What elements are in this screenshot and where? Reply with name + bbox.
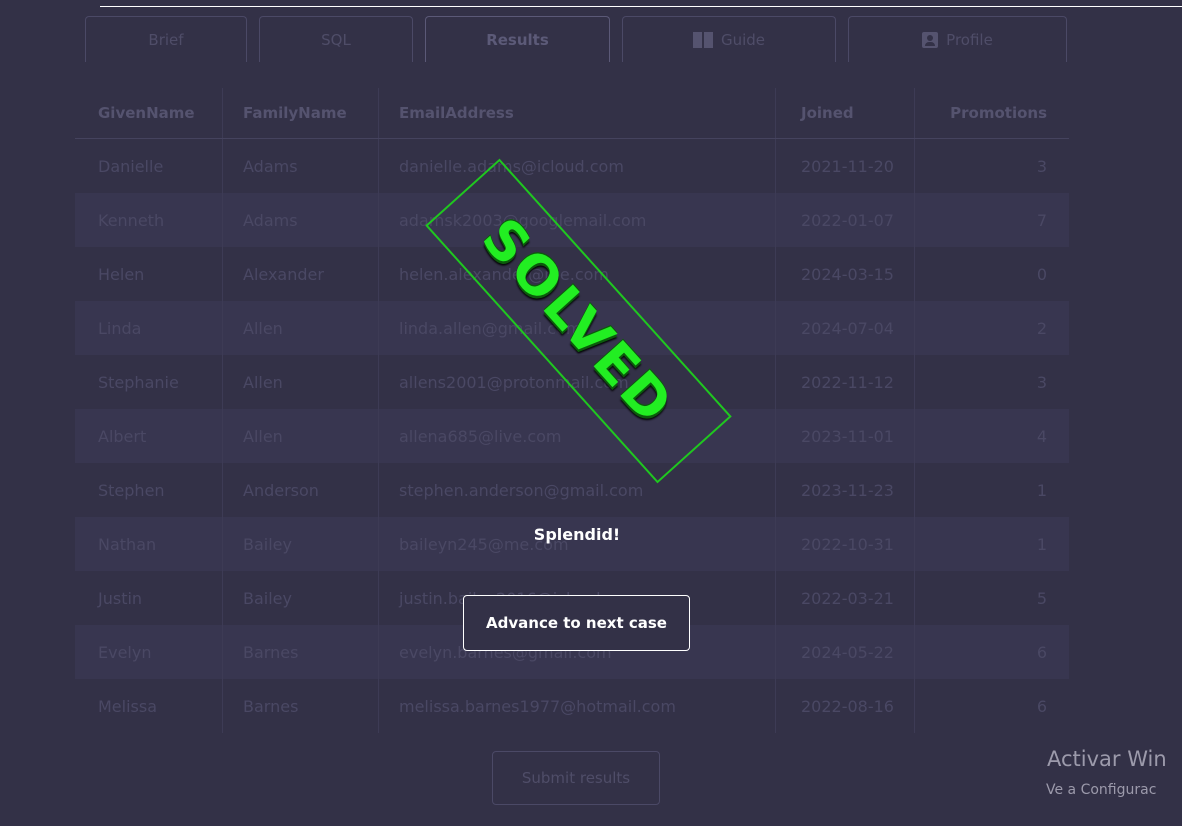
table-cell: 1	[914, 517, 1069, 571]
advance-next-case-button[interactable]: Advance to next case	[463, 595, 690, 651]
tab-label: Profile	[946, 30, 993, 49]
table-cell: Melissa	[98, 696, 158, 716]
book-icon	[692, 31, 713, 48]
table-cell: Anderson	[222, 463, 378, 517]
column-header[interactable]: EmailAddress	[378, 88, 775, 138]
table-cell: Linda	[98, 318, 142, 338]
table-cell: melissa.barnes1977@hotmail.com	[378, 679, 775, 733]
tab-brief[interactable]: Brief	[85, 16, 247, 62]
submit-results-button[interactable]: Submit results	[492, 751, 660, 805]
table-cell: 1	[914, 463, 1069, 517]
table-cell: Helen	[98, 264, 145, 284]
tab-sql[interactable]: SQL	[259, 16, 413, 62]
table-cell: 2022-10-31	[775, 517, 914, 571]
table-row: Albert Allen allena685@live.com 2023-11-01 4	[75, 409, 1069, 463]
tab-label: Brief	[148, 30, 184, 49]
table-cell: 4	[914, 409, 1069, 463]
table-cell: 2022-11-12	[775, 355, 914, 409]
table-cell: Allen	[222, 355, 378, 409]
table-cell: Adams	[222, 139, 378, 193]
table-cell: 2023-11-23	[775, 463, 914, 517]
activation-watermark-subtitle: Ve a Configurac	[1046, 782, 1157, 798]
table-cell: Allen	[222, 409, 378, 463]
table-cell: Kenneth	[98, 210, 165, 230]
table-cell: 2022-01-07	[775, 193, 914, 247]
table-cell: Nathan	[98, 534, 157, 554]
table-cell: 3	[914, 139, 1069, 193]
top-divider	[100, 6, 1182, 7]
tab-guide[interactable]: Guide	[622, 16, 836, 62]
table-cell: 2024-05-22	[775, 625, 914, 679]
table-cell: 7	[914, 193, 1069, 247]
table-cell: 2023-11-01	[775, 409, 914, 463]
tab-profile[interactable]: Profile	[848, 16, 1067, 62]
table-cell: Allen	[222, 301, 378, 355]
table-row: Danielle Adams danielle.adams@icloud.com 20…	[75, 139, 1069, 193]
column-header[interactable]: GivenName	[75, 88, 222, 138]
table-cell: Stephen	[98, 480, 165, 500]
tab-label: Results	[486, 30, 549, 49]
table-header-row: GivenName FamilyName EmailAddress Joined…	[75, 88, 1069, 139]
table-cell: Bailey	[222, 517, 378, 571]
column-header[interactable]: Promotions	[914, 88, 1069, 138]
table-cell: 5	[914, 571, 1069, 625]
success-message: Splendid!	[533, 525, 621, 544]
table-cell: Danielle	[98, 156, 164, 176]
table-cell: Bailey	[222, 571, 378, 625]
table-cell: stephen.anderson@gmail.com	[378, 463, 775, 517]
table-cell: 2021-11-20	[775, 139, 914, 193]
table-cell: 6	[914, 679, 1069, 733]
table-cell: Stephanie	[98, 372, 179, 392]
tab-results[interactable]: Results	[425, 16, 610, 62]
table-row: Melissa Barnes melissa.barnes1977@hotmail.…	[75, 679, 1069, 733]
table-cell: 2022-03-21	[775, 571, 914, 625]
table-cell: Alexander	[222, 247, 378, 301]
table-cell: Barnes	[222, 625, 378, 679]
table-row: Stephen Anderson stephen.anderson@gmail.co…	[75, 463, 1069, 517]
activation-watermark-title: Activar Win	[1047, 747, 1167, 771]
table-cell: 2024-07-04	[775, 301, 914, 355]
table-cell: Justin	[98, 588, 143, 608]
column-header[interactable]: FamilyName	[222, 88, 378, 138]
table-cell: 2022-08-16	[775, 679, 914, 733]
table-cell: 6	[914, 625, 1069, 679]
table-cell: 2024-03-15	[775, 247, 914, 301]
table-cell: Barnes	[222, 679, 378, 733]
table-cell: Albert	[98, 426, 147, 446]
column-header[interactable]: Joined	[775, 88, 914, 138]
table-cell: Evelyn	[98, 642, 152, 662]
profile-icon	[922, 31, 939, 48]
table-cell: Adams	[222, 193, 378, 247]
tab-label: SQL	[321, 30, 351, 49]
table-cell: 2	[914, 301, 1069, 355]
table-cell: 3	[914, 355, 1069, 409]
tab-label: Guide	[720, 30, 766, 49]
table-cell: 0	[914, 247, 1069, 301]
table-cell: danielle.adams@icloud.com	[378, 139, 775, 193]
